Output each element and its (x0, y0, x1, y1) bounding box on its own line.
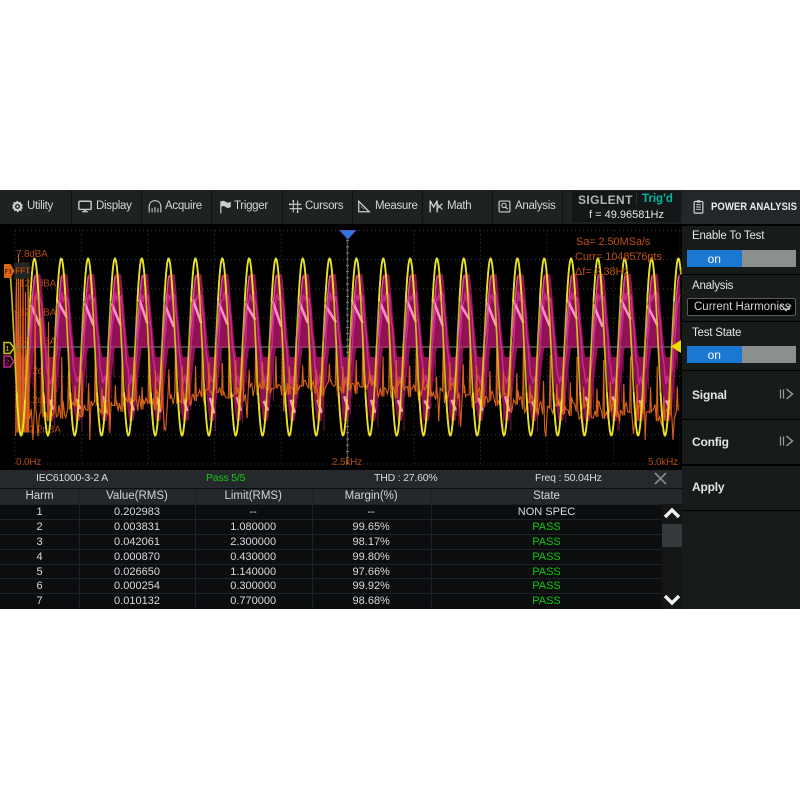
svg-text:Δf= 2.38Hz: Δf= 2.38Hz (575, 266, 629, 278)
svg-text:Curr= 1048576pts: Curr= 1048576pts (575, 251, 662, 263)
svg-text:2: 2 (5, 357, 9, 366)
svg-text:1: 1 (5, 344, 9, 353)
svg-text:5.0kHz: 5.0kHz (648, 457, 678, 468)
svg-text:V: V (15, 345, 22, 356)
svg-text:0.0Hz: 0.0Hz (16, 457, 41, 468)
svg-text:7.8dBA: 7.8dBA (16, 249, 48, 260)
svg-text:F1: F1 (5, 268, 13, 275)
svg-text:Sa= 2.50MSa/s: Sa= 2.50MSa/s (576, 236, 651, 248)
svg-text:FFT: FFT (15, 265, 31, 275)
